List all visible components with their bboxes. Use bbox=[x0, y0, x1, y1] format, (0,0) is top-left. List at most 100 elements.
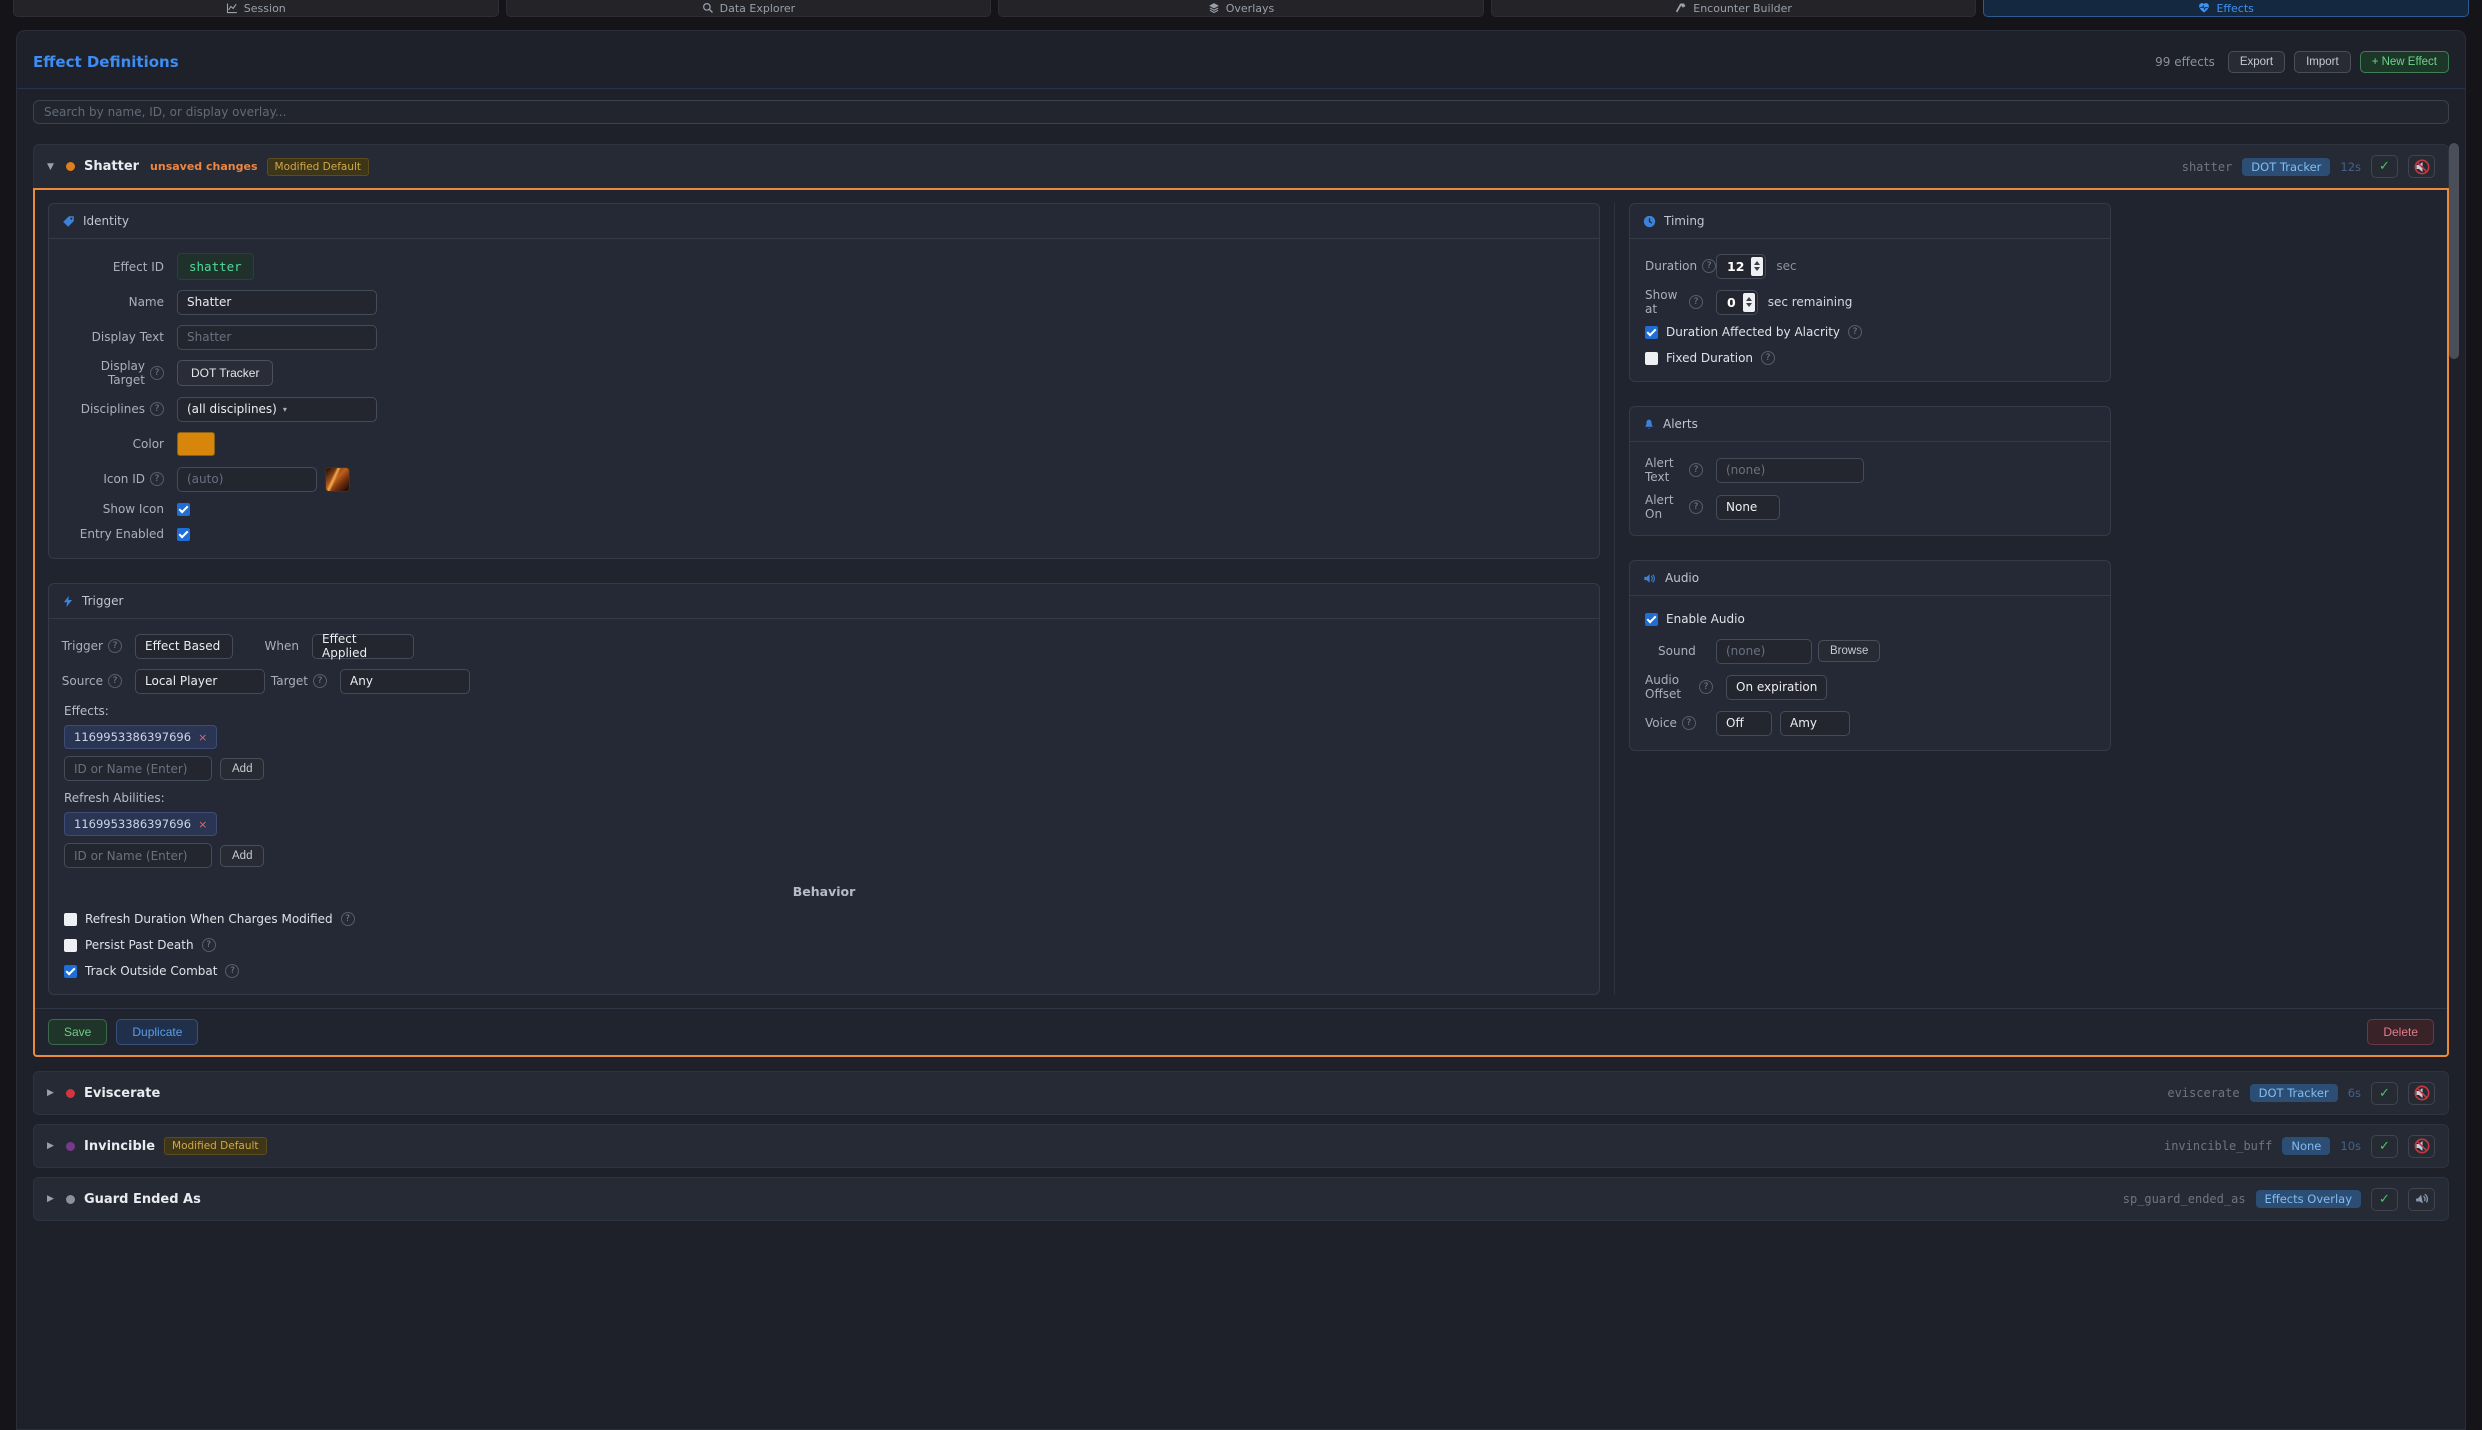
expand-caret-icon[interactable]: ▶ bbox=[47, 1088, 57, 1098]
remove-tag-icon[interactable]: × bbox=[198, 818, 207, 831]
enabled-toggle-button[interactable]: ✓ bbox=[2371, 1082, 2398, 1105]
refresh-id-input[interactable] bbox=[64, 843, 212, 868]
target-select[interactable]: Any bbox=[340, 669, 470, 694]
help-icon[interactable]: ? bbox=[1682, 716, 1696, 730]
when-label: When bbox=[233, 639, 299, 653]
help-icon[interactable]: ? bbox=[1689, 463, 1703, 477]
name-input[interactable] bbox=[177, 290, 377, 315]
entry-enabled-label: Entry Enabled bbox=[64, 527, 164, 541]
help-icon[interactable]: ? bbox=[150, 472, 164, 486]
track-outside-combat-checkbox[interactable] bbox=[64, 965, 77, 978]
remove-tag-icon[interactable]: × bbox=[198, 731, 207, 744]
refresh-duration-checkbox[interactable] bbox=[64, 913, 77, 926]
save-button[interactable]: Save bbox=[48, 1019, 107, 1045]
enabled-toggle-button[interactable]: ✓ bbox=[2371, 1135, 2398, 1158]
tab-label: Effects bbox=[2216, 2, 2253, 15]
help-icon[interactable]: ? bbox=[150, 402, 164, 416]
duration-stepper[interactable]: 12 bbox=[1716, 254, 1766, 279]
check-icon: ✓ bbox=[2379, 160, 2390, 173]
audio-offset-select[interactable]: On expiration bbox=[1726, 675, 1827, 700]
fixed-duration-checkbox[interactable] bbox=[1645, 352, 1658, 365]
disciplines-select[interactable]: (all disciplines)▾ bbox=[177, 397, 377, 422]
expand-caret-icon[interactable]: ▶ bbox=[47, 1194, 57, 1204]
mute-toggle-button[interactable] bbox=[2408, 155, 2435, 178]
import-button[interactable]: Import bbox=[2294, 51, 2351, 73]
tab-effects[interactable]: Effects bbox=[1983, 0, 2469, 17]
expand-caret-icon[interactable]: ▶ bbox=[47, 1141, 57, 1151]
spinner-arrows-icon[interactable] bbox=[1751, 257, 1763, 276]
check-icon: ✓ bbox=[2379, 1140, 2390, 1153]
effect-row-invincible[interactable]: ▶ Invincible Modified Default invincible… bbox=[33, 1124, 2449, 1168]
unsaved-changes-label: unsaved changes bbox=[150, 160, 257, 173]
show-icon-checkbox[interactable] bbox=[177, 503, 190, 516]
enable-audio-label: Enable Audio bbox=[1666, 612, 1745, 626]
persist-past-death-checkbox[interactable] bbox=[64, 939, 77, 952]
help-icon[interactable]: ? bbox=[225, 964, 239, 978]
effect-row-eviscerate[interactable]: ▶ Eviscerate eviscerate DOT Tracker 6s ✓ bbox=[33, 1071, 2449, 1115]
tab-overlays[interactable]: Overlays bbox=[998, 0, 1484, 17]
overlay-badge: DOT Tracker bbox=[2242, 158, 2330, 176]
alacrity-checkbox[interactable] bbox=[1645, 326, 1658, 339]
export-button[interactable]: Export bbox=[2228, 51, 2285, 73]
help-icon[interactable]: ? bbox=[313, 674, 327, 688]
mute-toggle-button[interactable] bbox=[2408, 1082, 2435, 1105]
duration-badge: 6s bbox=[2348, 1086, 2361, 1100]
tab-data-explorer[interactable]: Data Explorer bbox=[506, 0, 992, 17]
enabled-toggle-button[interactable]: ✓ bbox=[2371, 1188, 2398, 1211]
delete-button[interactable]: Delete bbox=[2367, 1019, 2434, 1045]
section-title: Timing bbox=[1664, 214, 1705, 228]
sound-input[interactable] bbox=[1716, 639, 1812, 664]
refresh-add-button[interactable]: Add bbox=[220, 845, 264, 867]
entry-enabled-checkbox[interactable] bbox=[177, 528, 190, 541]
new-effect-button[interactable]: + New Effect bbox=[2360, 51, 2449, 73]
when-select[interactable]: Effect Applied bbox=[312, 634, 414, 659]
voice-name-select[interactable]: Amy bbox=[1780, 711, 1850, 736]
search-input[interactable] bbox=[33, 100, 2449, 124]
effects-add-button[interactable]: Add bbox=[220, 758, 264, 780]
icon-id-input[interactable] bbox=[177, 467, 317, 492]
source-select[interactable]: Local Player bbox=[135, 669, 265, 694]
mute-toggle-button[interactable] bbox=[2408, 1135, 2435, 1158]
effects-id-input[interactable] bbox=[64, 756, 212, 781]
trigger-type-select[interactable]: Effect Based bbox=[135, 634, 233, 659]
color-swatch[interactable] bbox=[177, 432, 215, 456]
enabled-toggle-button[interactable]: ✓ bbox=[2371, 155, 2398, 178]
help-icon[interactable]: ? bbox=[202, 938, 216, 952]
help-icon[interactable]: ? bbox=[108, 674, 122, 688]
spinner-arrows-icon[interactable] bbox=[1743, 293, 1755, 312]
enable-audio-checkbox[interactable] bbox=[1645, 613, 1658, 626]
sound-toggle-button[interactable] bbox=[2408, 1188, 2435, 1211]
identity-section: Identity Effect ID shatter Name bbox=[48, 203, 1600, 559]
help-icon[interactable]: ? bbox=[1702, 259, 1716, 273]
effect-row-header[interactable]: ▼ Shatter unsaved changes Modified Defau… bbox=[33, 144, 2449, 188]
show-at-unit: sec remaining bbox=[1768, 295, 1853, 309]
help-icon[interactable]: ? bbox=[1761, 351, 1775, 365]
help-icon[interactable]: ? bbox=[1848, 325, 1862, 339]
duplicate-button[interactable]: Duplicate bbox=[116, 1019, 198, 1045]
help-icon[interactable]: ? bbox=[1699, 680, 1713, 694]
tab-session[interactable]: Session bbox=[13, 0, 499, 17]
help-icon[interactable]: ? bbox=[1689, 295, 1703, 309]
alert-text-input[interactable] bbox=[1716, 458, 1864, 483]
help-icon[interactable]: ? bbox=[108, 639, 122, 653]
browse-button[interactable]: Browse bbox=[1818, 640, 1880, 662]
effect-icon-preview[interactable] bbox=[325, 467, 350, 492]
track-outside-combat-label: Track Outside Combat bbox=[85, 964, 217, 978]
display-text-input[interactable] bbox=[177, 325, 377, 350]
check-icon: ✓ bbox=[2379, 1087, 2390, 1100]
effect-row-guard-ended-as[interactable]: ▶ Guard Ended As sp_guard_ended_as Effec… bbox=[33, 1177, 2449, 1221]
alert-on-select[interactable]: None bbox=[1716, 495, 1780, 520]
tab-encounter-builder[interactable]: Encounter Builder bbox=[1491, 0, 1977, 17]
display-target-button[interactable]: DOT Tracker bbox=[177, 360, 273, 386]
trigger-section: Trigger Trigger? Effect Based When Effec… bbox=[48, 583, 1600, 995]
help-icon[interactable]: ? bbox=[1689, 500, 1703, 514]
tab-label: Session bbox=[244, 2, 286, 15]
show-at-stepper[interactable]: 0 bbox=[1716, 290, 1758, 315]
chart-line-icon bbox=[226, 2, 238, 14]
collapse-caret-icon[interactable]: ▼ bbox=[47, 162, 57, 172]
audio-offset-label: Audio Offset? bbox=[1645, 673, 1713, 701]
help-icon[interactable]: ? bbox=[341, 912, 355, 926]
help-icon[interactable]: ? bbox=[150, 366, 164, 380]
voice-mode-select[interactable]: Off bbox=[1716, 711, 1772, 736]
scrollbar-thumb[interactable] bbox=[2449, 143, 2459, 359]
